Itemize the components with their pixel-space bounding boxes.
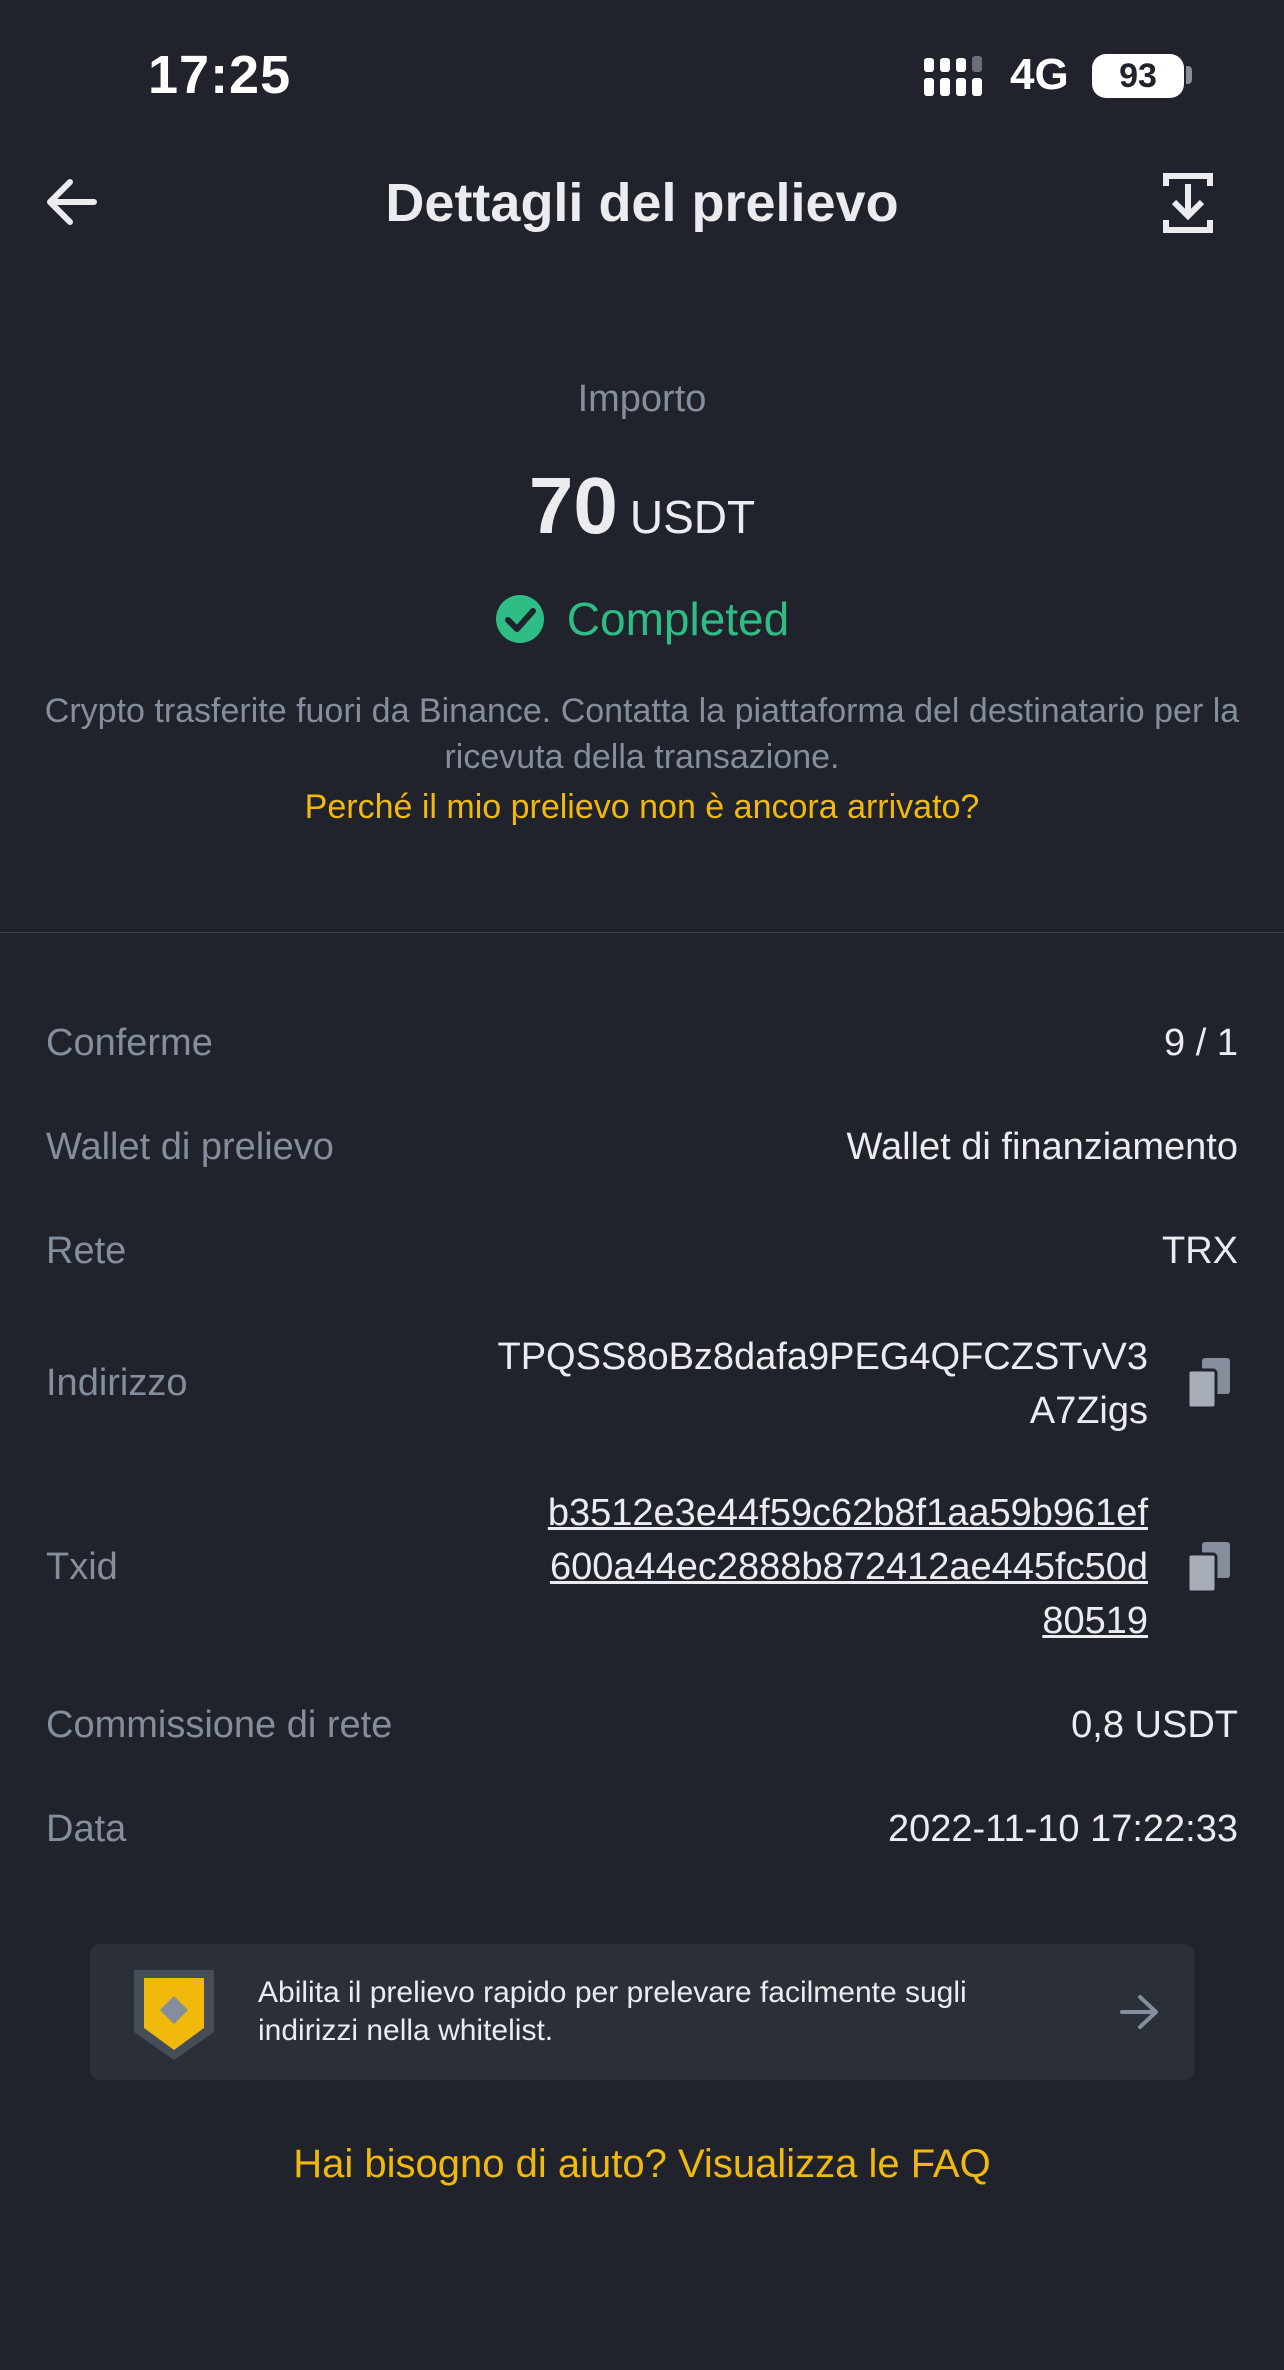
- txid-link[interactable]: b3512e3e44f59c62b8f1aa59b961ef 600a44ec2…: [548, 1486, 1148, 1648]
- network-label: Rete: [46, 1230, 127, 1272]
- amount-unit: USDT: [629, 491, 756, 543]
- date-value: 2022-11-10 17:22:33: [887, 1808, 1238, 1850]
- txid-line: 80519: [1042, 1600, 1148, 1642]
- shield-icon: [134, 1970, 214, 2060]
- amount-display: 70 USDT: [0, 460, 1284, 552]
- amount-label: Importo: [577, 378, 707, 420]
- signal-icon: [924, 56, 982, 96]
- address-line: A7Zigs: [1029, 1390, 1148, 1432]
- faq-link[interactable]: Hai bisogno di aiuto? Visualizza le FAQ: [0, 2142, 1284, 2187]
- banner-text: Abilita il prelievo rapido per prelevare…: [258, 1976, 967, 2047]
- network-type: 4G: [1010, 50, 1069, 99]
- check-circle-icon: [495, 595, 544, 643]
- txid-line: b3512e3e44f59c62b8f1aa59b961ef: [547, 1492, 1148, 1534]
- fee-value: 0,8 USDT: [1071, 1704, 1238, 1746]
- address-label: Indirizzo: [46, 1362, 188, 1404]
- fee-label: Commissione di rete: [46, 1704, 393, 1746]
- confirms-label: Conferme: [46, 1022, 213, 1064]
- txid-line: 600a44ec2888b872412ae445fc50d: [549, 1546, 1148, 1588]
- divider: [0, 932, 1284, 933]
- quick-withdrawal-banner[interactable]: Abilita il prelievo rapido per prelevare…: [90, 1944, 1194, 2080]
- status-text: Completed: [566, 593, 790, 645]
- arrow-right-icon: [1120, 1995, 1158, 2029]
- page-title: Dettagli del prelievo: [385, 173, 899, 233]
- date-label: Data: [46, 1808, 127, 1850]
- battery-tip: [1186, 66, 1192, 84]
- address-line: TPQSS8oBz8dafa9PEG4QFCZSTvV3: [497, 1336, 1149, 1378]
- app-header: Dettagli del prelievo: [0, 150, 1284, 260]
- status-row: Completed: [0, 592, 1284, 646]
- why-not-arrived-link[interactable]: Perché il mio prelievo non è ancora arri…: [0, 788, 1284, 827]
- network-value: TRX: [1162, 1230, 1238, 1272]
- status-bar: 17:25 4G 93: [0, 0, 1284, 150]
- confirms-value: 9 / 1: [1164, 1022, 1238, 1064]
- wallet-label: Wallet di prelievo: [46, 1126, 334, 1168]
- status-time: 17:25: [148, 45, 292, 105]
- copy-address-icon[interactable]: [1188, 1358, 1230, 1408]
- address-value: TPQSS8oBz8dafa9PEG4QFCZSTvV3 A7Zigs: [498, 1330, 1149, 1438]
- wallet-value: Wallet di finanziamento: [846, 1126, 1238, 1168]
- txid-label: Txid: [46, 1546, 118, 1588]
- copy-txid-icon[interactable]: [1188, 1542, 1230, 1592]
- amount-value: 70: [528, 461, 618, 550]
- info-text: Crypto trasferite fuori da Binance. Cont…: [44, 692, 1240, 776]
- download-icon[interactable]: [1160, 170, 1216, 236]
- battery-indicator: 93: [1092, 54, 1184, 98]
